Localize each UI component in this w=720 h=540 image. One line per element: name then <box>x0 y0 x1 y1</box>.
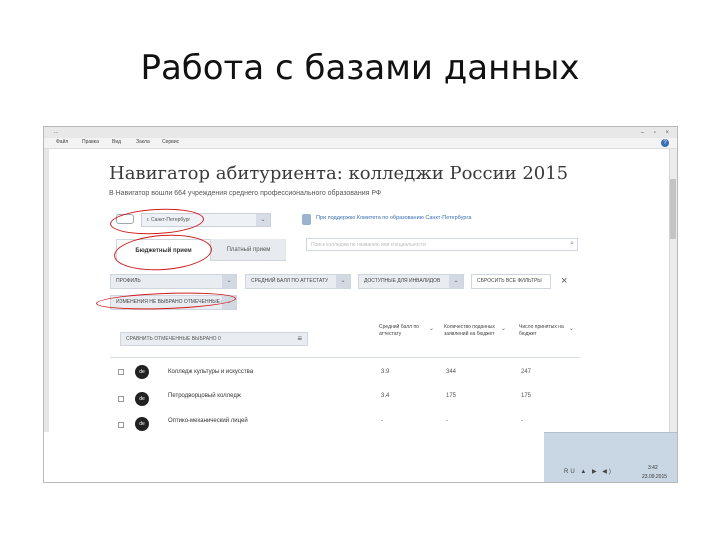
table-divider <box>110 357 580 358</box>
col-header-applications[interactable]: Количество поданных заявлений на бюджет <box>444 324 504 338</box>
filter-accessible[interactable]: ДОСТУПНЫЕ ДЛЯ ИНВАЛИДОВ ⌄ <box>358 274 464 289</box>
menu-view[interactable]: Вид <box>112 139 121 145</box>
scrollbar[interactable] <box>669 149 677 459</box>
clock-time: 3:42 <box>648 465 658 471</box>
chevron-down-icon: ⌄ <box>222 275 236 288</box>
window-title: ... <box>54 129 59 135</box>
close-icon[interactable]: × <box>561 275 567 287</box>
score-value: - <box>381 418 383 424</box>
menu-file[interactable]: Файл <box>56 139 68 145</box>
filter-profile-label: ПРОФИЛЬ <box>116 278 141 284</box>
browser-screenshot: ... – ▫ × Файл Правка Вид Закла Сервис ?… <box>43 126 678 483</box>
sort-icon[interactable]: ⌄ <box>569 325 574 332</box>
compare-button[interactable]: СРАВНИТЬ ОТМЕЧЕННЫЕ ВЫБРАНО 0 ≡ <box>120 332 308 346</box>
filter-avg-score-label: СРЕДНИЙ БАЛЛ ПО АТТЕСТАТУ <box>251 278 329 284</box>
col-header-score[interactable]: Средний балл по аттестату <box>379 324 434 338</box>
menu-bar: Файл Правка Вид Закла Сервис <box>44 138 677 149</box>
sort-icon[interactable]: ⌄ <box>429 325 434 332</box>
score-value: 3.4 <box>381 393 390 399</box>
help-icon[interactable]: ? <box>661 139 669 147</box>
applications-value: 344 <box>446 369 457 375</box>
system-tray[interactable]: RU ▲ ▶ ◀) <box>564 468 613 475</box>
search-input[interactable]: Поиск колледжа по названию или специальн… <box>306 238 578 251</box>
row-checkbox[interactable] <box>118 422 124 428</box>
filter-profile[interactable]: ПРОФИЛЬ ⌄ <box>110 274 237 289</box>
places-value: - <box>521 418 523 424</box>
score-value: 3.9 <box>381 369 390 375</box>
reset-filters-button[interactable]: СБРОСИТЬ ВСЕ ФИЛЬТРЫ <box>471 274 551 289</box>
places-value: 175 <box>521 393 532 399</box>
applications-value: - <box>446 418 448 424</box>
page-subtitle: В Навигатор вошли 664 учреждения среднег… <box>109 190 382 197</box>
sort-icon[interactable]: ⌄ <box>501 325 506 332</box>
taskbar: RU ▲ ▶ ◀) 3:42 23.09.2015 <box>544 432 677 482</box>
menu-tools[interactable]: Сервис <box>162 139 179 145</box>
gov-support-link[interactable]: При поддержке Комитета по образованию Са… <box>316 215 471 221</box>
tab-paid[interactable]: Платный прием <box>211 239 286 261</box>
college-logo: de <box>135 392 149 406</box>
blank-area <box>44 432 544 482</box>
places-value: 247 <box>521 369 532 375</box>
annotation-circle-budget <box>112 231 214 274</box>
filter-avg-score[interactable]: СРЕДНИЙ БАЛЛ ПО АТТЕСТАТУ ⌄ <box>245 274 351 289</box>
col-header-places[interactable]: Число принятых на бюджет <box>519 324 574 338</box>
slide-title: Работа с базами данных <box>140 48 580 88</box>
row-checkbox[interactable] <box>118 396 124 402</box>
row-checkbox[interactable] <box>118 369 124 375</box>
filter-accessible-label: ДОСТУПНЫЕ ДЛЯ ИНВАЛИДОВ <box>364 278 441 284</box>
menu-edit[interactable]: Правка <box>82 139 99 145</box>
search-placeholder: Поиск колледжа по названию или специальн… <box>311 242 426 248</box>
scrollbar-thumb[interactable] <box>670 179 676 239</box>
window-titlebar: ... – ▫ × <box>44 127 677 138</box>
reset-filters-label: СБРОСИТЬ ВСЕ ФИЛЬТРЫ <box>477 278 542 284</box>
college-name[interactable]: Петродворцовый колледж <box>168 393 241 399</box>
chevron-down-icon: ⌄ <box>256 214 270 226</box>
college-logo: de <box>135 365 149 379</box>
compare-label: СРАВНИТЬ ОТМЕЧЕННЫЕ ВЫБРАНО 0 <box>126 336 221 342</box>
page-title: Навигатор абитуриента: колледжи России 2… <box>109 163 569 184</box>
search-icon[interactable]: ⌕ <box>570 240 574 248</box>
college-name[interactable]: Оптико-механический лицей <box>168 418 248 424</box>
chevron-down-icon: ⌄ <box>449 275 463 288</box>
annotation-circle-city <box>109 206 205 237</box>
applications-value: 175 <box>446 393 457 399</box>
menu-icon: ≡ <box>297 334 302 343</box>
menu-bookmarks[interactable]: Закла <box>136 139 150 145</box>
chevron-down-icon: ⌄ <box>336 275 350 288</box>
college-name[interactable]: Колледж культуры и искусства <box>168 369 253 375</box>
clock-date: 23.09.2015 <box>642 474 668 480</box>
college-logo: de <box>135 417 149 431</box>
left-gutter <box>44 149 49 459</box>
emblem-icon <box>302 214 311 225</box>
